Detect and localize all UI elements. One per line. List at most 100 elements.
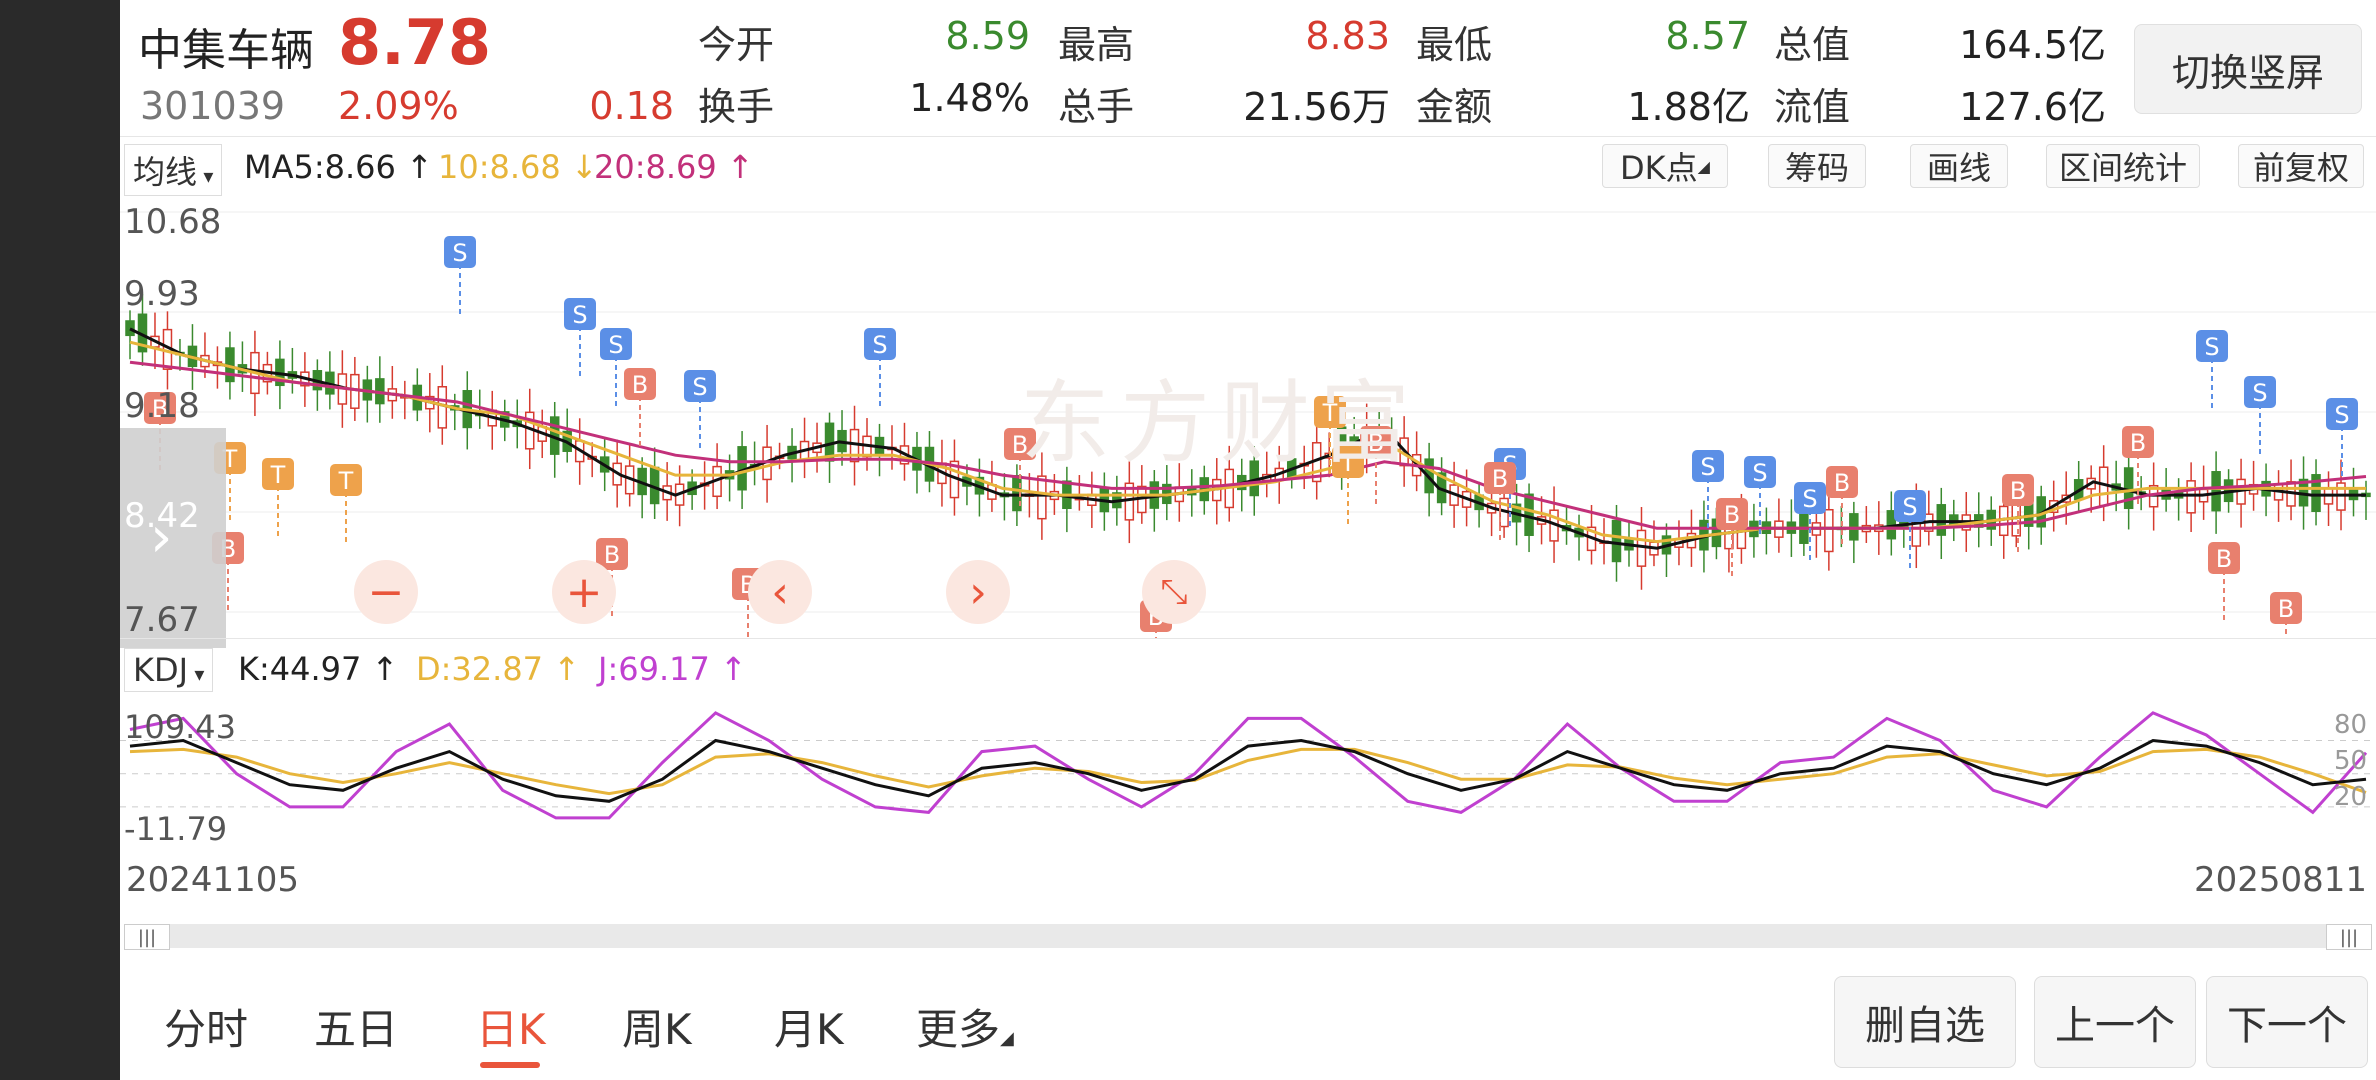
- stat-label-volume: 总手: [1058, 85, 1135, 129]
- price-axis-label: 9.18: [124, 386, 200, 426]
- dk-point-label: DK点: [1620, 149, 1698, 187]
- kdj-k-text: K:44.97: [238, 650, 362, 688]
- candle-body: [1824, 508, 1834, 553]
- stat-value-total-value: 164.5亿: [1959, 23, 2106, 67]
- up-arrow-icon: ↑: [709, 650, 747, 688]
- tab-more[interactable]: 更多◢: [916, 996, 1014, 1057]
- signal-marker-label: B: [2278, 595, 2294, 623]
- price-axis-label: 10.68: [124, 202, 222, 242]
- start-date: 20241105: [126, 860, 300, 900]
- signal-marker-label: S: [872, 331, 887, 359]
- ma10-text: 10:8.68: [438, 148, 561, 186]
- stat-value-amount: 1.88亿: [1627, 85, 1750, 129]
- stat-value-low: 8.57: [1665, 14, 1750, 58]
- collapse-icon[interactable]: ⤡: [1142, 560, 1206, 624]
- stat-value-turnover: 1.48%: [909, 76, 1030, 120]
- remove-watchlist-button[interactable]: 删自选: [1834, 976, 2016, 1068]
- candle-body: [1611, 519, 1622, 563]
- kdj-axis-right: 20: [2334, 782, 2368, 812]
- kdj-chart[interactable]: [120, 700, 2376, 850]
- stat-value-high: 8.83: [1305, 14, 1390, 58]
- up-arrow-icon: ↑: [395, 148, 433, 186]
- scroll-handle-right[interactable]: |||: [2326, 924, 2372, 950]
- range-stats-button[interactable]: 区间统计: [2046, 144, 2200, 188]
- candle-body: [1936, 504, 1947, 536]
- kdj-selector-label: KDJ: [133, 651, 189, 689]
- signal-marker-label: B: [1724, 501, 1740, 529]
- stock-name: 中集车辆: [138, 25, 314, 76]
- candle-body: [437, 386, 448, 429]
- kdj-d-value: D:32.87 ↑: [416, 650, 580, 688]
- signal-marker-label: B: [604, 541, 620, 569]
- previous-button[interactable]: 上一个: [2034, 976, 2196, 1068]
- candle-body: [350, 373, 360, 409]
- price-axis-label: 7.67: [124, 600, 200, 640]
- stat-label-float-value: 流值: [1774, 85, 1851, 129]
- signal-marker-label: B: [2216, 545, 2232, 573]
- kdj-selector[interactable]: KDJ ▾: [124, 648, 214, 692]
- signal-marker-label: S: [1752, 459, 1767, 487]
- forward-adjust-button[interactable]: 前复权: [2238, 144, 2364, 188]
- kdj-axis-right: 80: [2334, 710, 2368, 740]
- up-arrow-icon: ↑: [716, 148, 754, 186]
- kdj-axis-top: 109.43: [124, 708, 236, 746]
- signal-marker-label: S: [1700, 453, 1715, 481]
- ma5-text: MA5:8.66: [244, 148, 396, 186]
- active-tab-indicator: [480, 1062, 540, 1068]
- candle-body: [1799, 508, 1809, 544]
- pan-left-icon[interactable]: ‹: [748, 560, 812, 624]
- dropdown-arrow-icon: ▾: [188, 662, 205, 686]
- candle-body: [2123, 467, 2134, 510]
- chart-divider: [120, 638, 2376, 639]
- stat-label-low: 最低: [1416, 23, 1493, 67]
- switch-portrait-button[interactable]: 切换竖屏: [2134, 24, 2362, 114]
- corner-triangle-icon: ◢: [1697, 156, 1710, 176]
- price-axis-label: 9.93: [124, 274, 200, 314]
- corner-triangle-icon: ◢: [1000, 1028, 1014, 1049]
- ma10-value: 10:8.68 ↓: [438, 148, 598, 186]
- signal-marker-label: S: [608, 331, 623, 359]
- dk-point-button[interactable]: DK点 ◢: [1602, 144, 1728, 188]
- end-date: 20250811: [2194, 860, 2368, 900]
- candle-body: [125, 320, 135, 337]
- chip-button[interactable]: 筹码: [1768, 144, 1866, 188]
- candle-body: [1636, 529, 1647, 567]
- watermark: 东方财富: [1020, 371, 1420, 476]
- ma20-text: 20:8.69: [594, 148, 717, 186]
- pan-right-icon[interactable]: ›: [946, 560, 1010, 624]
- kdj-k-value: K:44.97 ↑: [238, 650, 398, 688]
- stat-label-total-value: 总值: [1774, 23, 1851, 67]
- signal-marker-label: T: [338, 467, 354, 495]
- signal-marker-label: B: [1834, 469, 1850, 497]
- stat-value-float-value: 127.6亿: [1959, 85, 2106, 129]
- tab-daily-k[interactable]: 日K: [476, 996, 546, 1057]
- candle-body: [1524, 493, 1534, 536]
- tab-intraday[interactable]: 分时: [164, 996, 248, 1057]
- ma-selector[interactable]: 均线 ▾: [124, 144, 223, 196]
- tab-five-day[interactable]: 五日: [314, 996, 398, 1057]
- signal-marker-label: B: [2130, 429, 2146, 457]
- scroll-handle-left[interactable]: |||: [124, 924, 170, 950]
- tab-monthly-k[interactable]: 月K: [774, 996, 844, 1057]
- signal-marker-label: S: [452, 239, 467, 267]
- change-amount: 0.18: [589, 84, 674, 128]
- draw-line-button[interactable]: 画线: [1910, 144, 2008, 188]
- kdj-k-line: [129, 738, 2367, 803]
- kdj-d-text: D:32.87: [416, 650, 544, 688]
- stat-value-open: 8.59: [945, 14, 1030, 58]
- zoom-in-icon[interactable]: +: [552, 560, 616, 624]
- signal-marker-label: T: [270, 461, 286, 489]
- dropdown-arrow-icon: ▾: [197, 164, 214, 188]
- signal-marker-label: B: [632, 371, 648, 399]
- signal-marker-label: S: [1802, 485, 1817, 513]
- kdj-j-value: J:69.17 ↑: [598, 650, 747, 688]
- tab-weekly-k[interactable]: 周K: [622, 996, 692, 1057]
- stock-code: 301039: [140, 84, 286, 128]
- kdj-d-line: [129, 747, 2367, 796]
- stat-label-high: 最高: [1058, 23, 1135, 67]
- range-scrollbar[interactable]: [124, 924, 2370, 948]
- zoom-out-icon[interactable]: −: [354, 560, 418, 624]
- next-button[interactable]: 下一个: [2206, 976, 2368, 1068]
- ma20-value: 20:8.69 ↑: [594, 148, 754, 186]
- signal-marker-label: B: [2010, 477, 2026, 505]
